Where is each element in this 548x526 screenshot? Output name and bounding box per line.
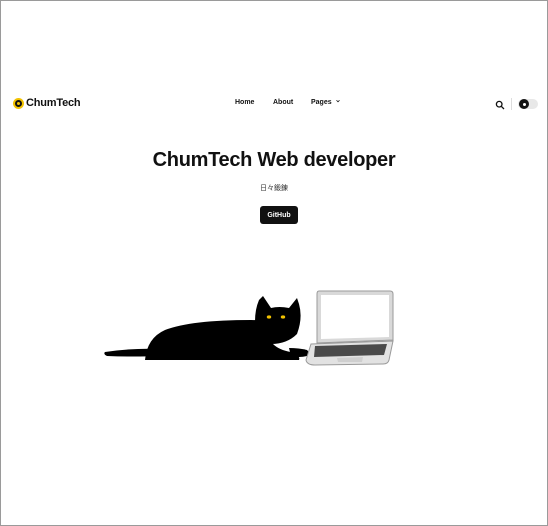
header-navbar: ChumTech Home About Pages [1,95,547,117]
header-divider [511,98,512,110]
laptop-icon [305,290,394,366]
sun-icon [519,99,529,109]
chevron-down-icon [335,99,340,103]
hero-subtitle: 日々鍛錬 [260,185,288,192]
nav-pages[interactable]: Pages [311,99,340,106]
github-button[interactable]: GitHub [260,206,298,224]
page-frame: ChumTech Home About Pages ChumTech Web d… [0,0,548,526]
nav-about[interactable]: About [273,99,293,106]
chumtech-logo-icon [13,97,24,109]
nav-home[interactable]: Home [235,99,254,106]
search-icon[interactable] [495,100,505,110]
brand-name: ChumTech [26,97,81,109]
hero-title: ChumTech Web developer [152,149,396,171]
cat-laptop-illustration [104,290,394,366]
theme-toggle[interactable] [518,99,538,109]
nav-pages-label: Pages [311,99,332,106]
brand-link[interactable]: ChumTech [13,97,81,109]
